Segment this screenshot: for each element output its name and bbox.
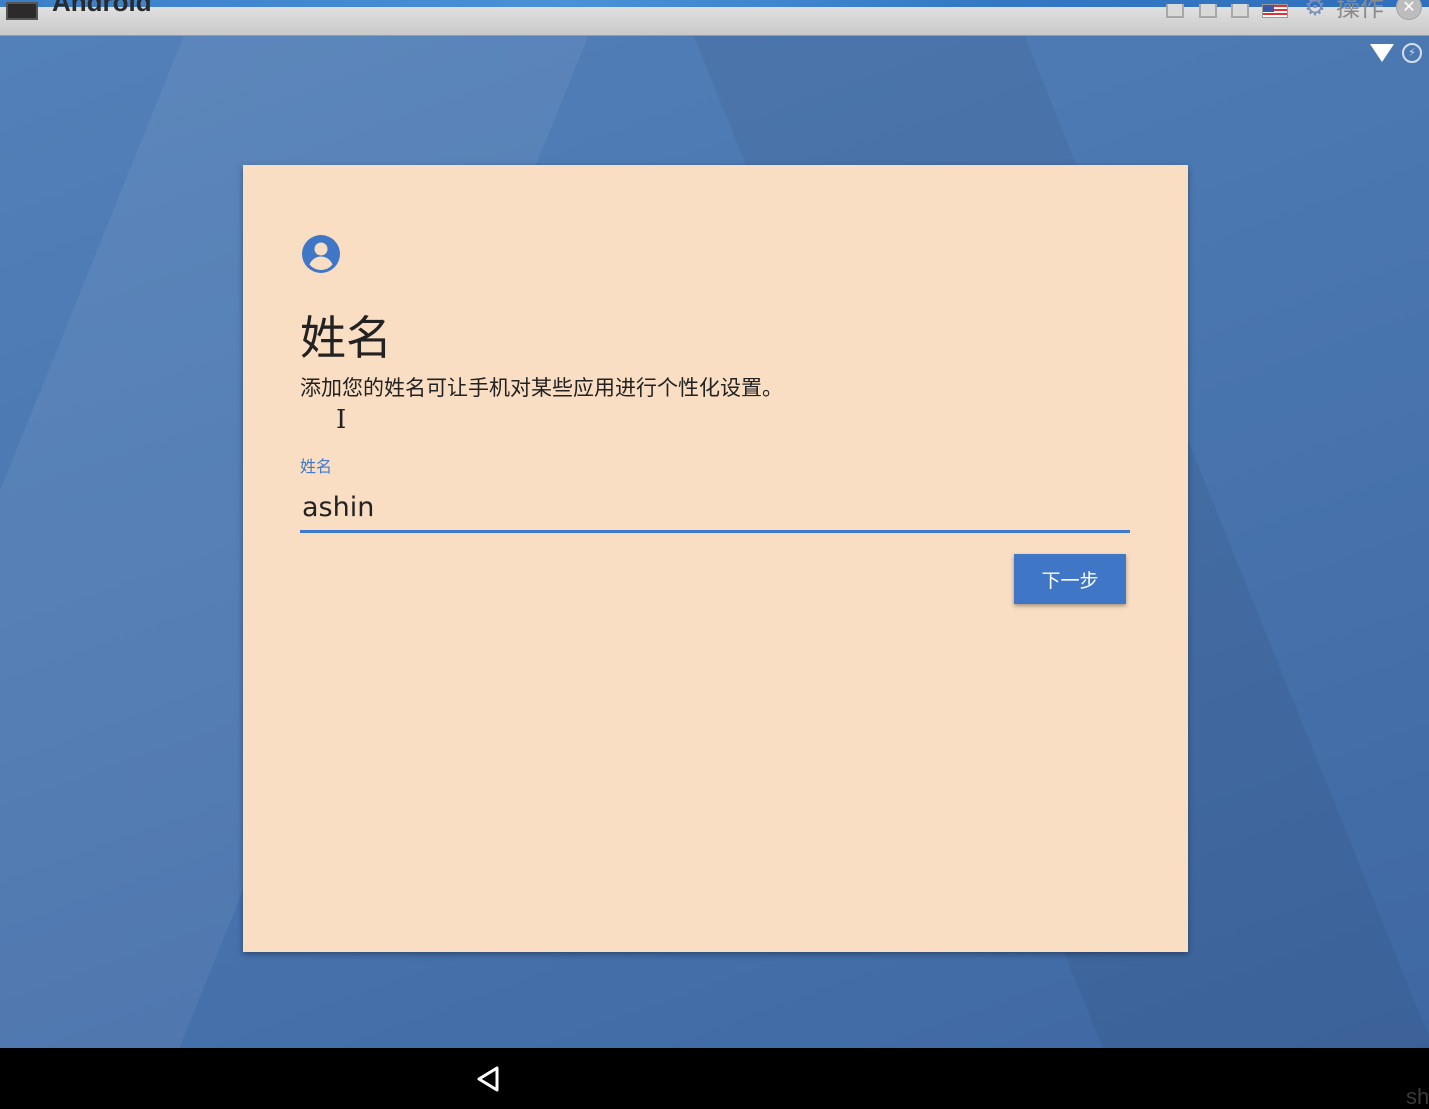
back-triangle-icon — [477, 1066, 499, 1092]
page-description: 添加您的姓名可让手机对某些应用进行个性化设置。 — [300, 376, 783, 400]
wifi-icon — [1370, 44, 1394, 62]
name-field-label: 姓名 — [300, 457, 333, 476]
restore-icon[interactable] — [1199, 4, 1217, 18]
window-title: Android — [52, 0, 152, 17]
account-circle-icon — [302, 235, 340, 273]
battery-charging-icon: ⚡ — [1402, 43, 1422, 63]
minimize-icon[interactable] — [1166, 4, 1184, 18]
actions-menu[interactable]: 操作 — [1336, 0, 1384, 23]
text-cursor-icon: I — [336, 405, 347, 435]
setup-card: 姓名 添加您的姓名可让手机对某些应用进行个性化设置。 姓名 下一步 — [243, 165, 1188, 952]
gear-icon[interactable]: ⚙ — [1302, 0, 1328, 20]
navigation-bar: sh — [0, 1048, 1429, 1109]
next-button[interactable]: 下一步 — [1014, 554, 1126, 604]
android-screen: ⚡ 姓名 添加您的姓名可让手机对某些应用进行个性化设置。 姓名 下一步 — [0, 36, 1429, 1048]
app-window-icon — [6, 2, 38, 20]
corner-watermark-text: sh — [1406, 1084, 1429, 1109]
maximize-icon[interactable] — [1231, 4, 1249, 18]
page-title: 姓名 — [300, 311, 392, 365]
close-icon[interactable]: ✕ — [1396, 0, 1422, 20]
us-flag-icon[interactable] — [1262, 4, 1288, 18]
back-button[interactable] — [472, 1062, 506, 1096]
host-window-title-bar: Android ⚙ 操作 ✕ — [0, 0, 1429, 36]
name-input[interactable] — [300, 489, 1130, 533]
